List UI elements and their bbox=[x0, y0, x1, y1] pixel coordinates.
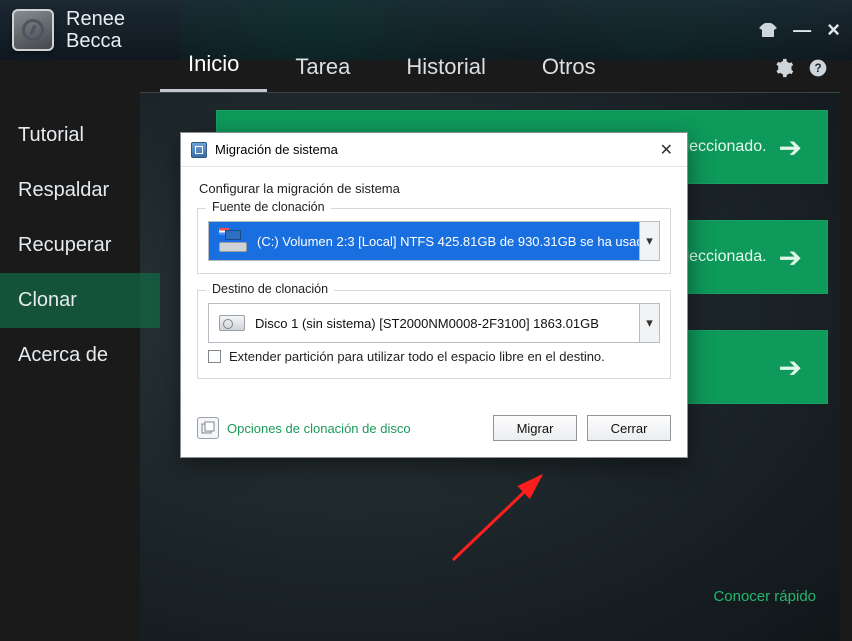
arrow-right-icon: ➔ bbox=[779, 351, 802, 384]
system-migration-dialog: Migración de sistema ✕ Configurar la mig… bbox=[180, 132, 688, 458]
dialog-body: Configurar la migración de sistema Fuent… bbox=[181, 167, 687, 405]
gear-icon[interactable] bbox=[774, 58, 796, 80]
tab-otros[interactable]: Otros bbox=[514, 46, 624, 92]
source-legend: Fuente de clonación bbox=[206, 200, 331, 214]
app-title-line1: Renee bbox=[66, 8, 125, 30]
source-value-text: (C:) Volumen 2:3 [Local] NTFS 425.81GB d… bbox=[257, 234, 639, 249]
tab-tarea[interactable]: Tarea bbox=[267, 46, 378, 92]
dialog-footer: Opciones de clonación de disco Migrar Ce… bbox=[181, 405, 687, 457]
dialog-titlebar: Migración de sistema ✕ bbox=[181, 133, 687, 167]
source-fieldset: Fuente de clonación (C:) Volumen 2:3 [Lo… bbox=[197, 208, 671, 274]
minimize-button[interactable]: — bbox=[793, 20, 811, 41]
extend-partition-checkbox[interactable] bbox=[208, 350, 221, 363]
arrow-right-icon: ➔ bbox=[779, 131, 802, 164]
dialog-title: Migración de sistema bbox=[215, 142, 338, 157]
skin-icon[interactable] bbox=[759, 23, 777, 37]
dialog-close-button[interactable]: ✕ bbox=[656, 140, 677, 160]
tab-inicio[interactable]: Inicio bbox=[160, 43, 267, 92]
safe-dial-icon bbox=[22, 19, 44, 41]
sidebar-item-tutorial[interactable]: Tutorial bbox=[0, 108, 160, 163]
tab-historial[interactable]: Historial bbox=[378, 46, 513, 92]
sidebar-item-recuperar[interactable]: Recuperar bbox=[0, 218, 160, 273]
svg-text:?: ? bbox=[814, 62, 821, 75]
clone-options-link[interactable]: Opciones de clonación de disco bbox=[197, 417, 411, 439]
chevron-down-icon[interactable]: ▾ bbox=[639, 222, 659, 260]
dialog-subtitle: Configurar la migración de sistema bbox=[199, 181, 671, 196]
extend-partition-row: Extender partición para utilizar todo el… bbox=[208, 347, 660, 366]
close-button[interactable]: × bbox=[827, 17, 840, 43]
sidebar-item-respaldar[interactable]: Respaldar bbox=[0, 163, 160, 218]
top-nav: Inicio Tarea Historial Otros ? bbox=[160, 46, 842, 92]
clone-options-text: Opciones de clonación de disco bbox=[227, 421, 411, 436]
source-value[interactable]: (C:) Volumen 2:3 [Local] NTFS 425.81GB d… bbox=[209, 222, 639, 260]
migrate-button[interactable]: Migrar bbox=[493, 415, 577, 441]
sidebar-item-acerca[interactable]: Acerca de bbox=[0, 328, 160, 383]
quick-tutorial-link[interactable]: Conocer rápido bbox=[713, 588, 816, 605]
disk-icon bbox=[219, 315, 245, 331]
app-title: Renee Becca bbox=[66, 8, 125, 52]
extend-partition-label: Extender partición para utilizar todo el… bbox=[229, 349, 605, 364]
help-icon[interactable]: ? bbox=[808, 58, 830, 80]
window-controls: — × bbox=[759, 17, 840, 43]
app-logo bbox=[12, 9, 54, 51]
app-title-line2: Becca bbox=[66, 30, 125, 52]
dest-legend: Destino de clonación bbox=[206, 282, 334, 296]
destination-value[interactable]: Disco 1 (sin sistema) [ST2000NM0008-2F31… bbox=[209, 304, 639, 342]
chevron-down-icon[interactable]: ▾ bbox=[639, 304, 659, 342]
arrow-right-icon: ➔ bbox=[779, 241, 802, 274]
windows-drive-icon bbox=[219, 230, 247, 252]
dialog-app-icon bbox=[191, 142, 207, 158]
sidebar: Tutorial Respaldar Recuperar Clonar Acer… bbox=[0, 92, 160, 641]
source-select[interactable]: (C:) Volumen 2:3 [Local] NTFS 425.81GB d… bbox=[208, 221, 660, 261]
close-button[interactable]: Cerrar bbox=[587, 415, 671, 441]
dest-fieldset: Destino de clonación Disco 1 (sin sistem… bbox=[197, 290, 671, 379]
sidebar-item-clonar[interactable]: Clonar bbox=[0, 273, 160, 328]
destination-value-text: Disco 1 (sin sistema) [ST2000NM0008-2F31… bbox=[255, 316, 599, 331]
destination-select[interactable]: Disco 1 (sin sistema) [ST2000NM0008-2F31… bbox=[208, 303, 660, 343]
clone-options-icon bbox=[197, 417, 219, 439]
